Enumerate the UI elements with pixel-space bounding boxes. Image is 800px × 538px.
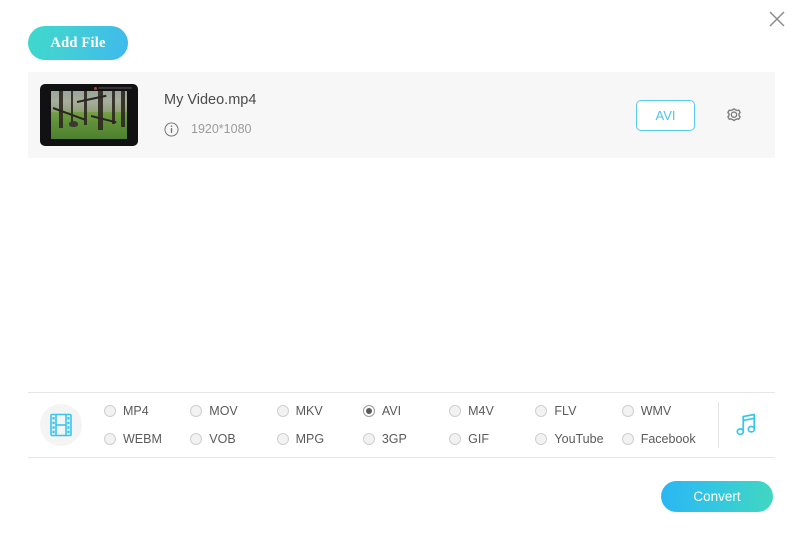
format-option-avi[interactable]: AVI <box>362 400 449 422</box>
format-option-m4v[interactable]: M4V <box>449 400 535 422</box>
format-option-grid: MP4 MOV MKV AVI M4V FLV WMV WEBM VOB MPG… <box>104 400 708 450</box>
add-file-toolbar: Add File <box>28 26 128 60</box>
radio-icon <box>190 405 203 417</box>
window-close-button[interactable] <box>760 2 794 36</box>
info-circle-icon <box>164 122 179 137</box>
radio-icon <box>535 433 548 445</box>
thumbnail-tree <box>112 91 115 124</box>
format-option-youtube[interactable]: YouTube <box>535 428 621 450</box>
output-format-button[interactable]: AVI <box>636 99 695 131</box>
file-resolution: 1920*1080 <box>191 122 252 137</box>
thumbnail-frame <box>51 91 127 139</box>
format-option-vob[interactable]: VOB <box>190 428 276 450</box>
format-option-label: YouTube <box>554 432 604 446</box>
radio-icon <box>104 405 116 417</box>
file-info: My Video.mp4 1920*1080 <box>164 93 636 137</box>
format-option-label: Facebook <box>640 432 696 446</box>
thumbnail-top-bar <box>98 87 132 89</box>
file-resolution-line: 1920*1080 <box>164 122 636 137</box>
format-option-label: 3GP <box>381 432 407 446</box>
format-option-webm[interactable]: WEBM <box>104 428 190 450</box>
format-option-label: MOV <box>209 404 238 418</box>
format-option-mp4[interactable]: MP4 <box>104 400 190 422</box>
convert-button[interactable]: Convert <box>661 481 773 512</box>
gear-icon <box>727 108 741 122</box>
format-option-label: MP4 <box>123 404 149 418</box>
format-option-wmv[interactable]: WMV <box>621 400 708 422</box>
format-option-3gp[interactable]: 3GP <box>362 428 449 450</box>
film-strip-icon <box>50 413 72 437</box>
format-option-label: VOB <box>209 432 236 446</box>
radio-icon <box>621 433 634 445</box>
video-thumbnail <box>40 84 138 146</box>
radio-icon-selected <box>362 405 375 417</box>
music-note-icon <box>736 413 756 436</box>
thumbnail-tree <box>121 91 125 127</box>
file-name: My Video.mp4 <box>164 92 257 109</box>
format-option-mpg[interactable]: MPG <box>276 428 363 450</box>
format-option-label: AVI <box>381 404 402 418</box>
format-option-label: MKV <box>295 404 323 418</box>
radio-icon <box>276 433 289 445</box>
radio-icon <box>276 405 289 417</box>
format-option-label: WMV <box>640 404 672 418</box>
format-option-label: GIF <box>468 432 489 446</box>
format-option-mov[interactable]: MOV <box>190 400 276 422</box>
file-list-row[interactable]: My Video.mp4 1920*1080 AVI <box>28 72 775 158</box>
format-option-flv[interactable]: FLV <box>535 400 621 422</box>
radio-icon <box>362 433 375 445</box>
audio-category-button[interactable] <box>719 411 775 439</box>
format-option-gif[interactable]: GIF <box>449 428 535 450</box>
radio-icon <box>535 405 548 417</box>
radio-icon <box>449 433 462 445</box>
output-format-bar: MP4 MOV MKV AVI M4V FLV WMV WEBM VOB MPG… <box>28 392 775 458</box>
format-option-facebook[interactable]: Facebook <box>621 428 708 450</box>
file-settings-button[interactable] <box>721 102 747 128</box>
add-file-button[interactable]: Add File <box>28 26 128 60</box>
file-list: My Video.mp4 1920*1080 AVI <box>28 72 775 158</box>
format-option-label: FLV <box>554 404 577 418</box>
format-option-label: MPG <box>295 432 325 446</box>
video-category-button[interactable] <box>40 404 82 446</box>
format-option-label: M4V <box>468 404 494 418</box>
radio-icon <box>449 405 462 417</box>
format-option-mkv[interactable]: MKV <box>276 400 363 422</box>
radio-icon <box>190 433 203 445</box>
close-icon <box>769 11 785 27</box>
radio-icon <box>621 405 634 417</box>
thumbnail-record-dot <box>94 86 97 90</box>
thumbnail-tree <box>71 91 73 122</box>
format-option-label: WEBM <box>123 432 162 446</box>
radio-icon <box>104 433 116 445</box>
thumbnail-rock <box>69 121 78 127</box>
